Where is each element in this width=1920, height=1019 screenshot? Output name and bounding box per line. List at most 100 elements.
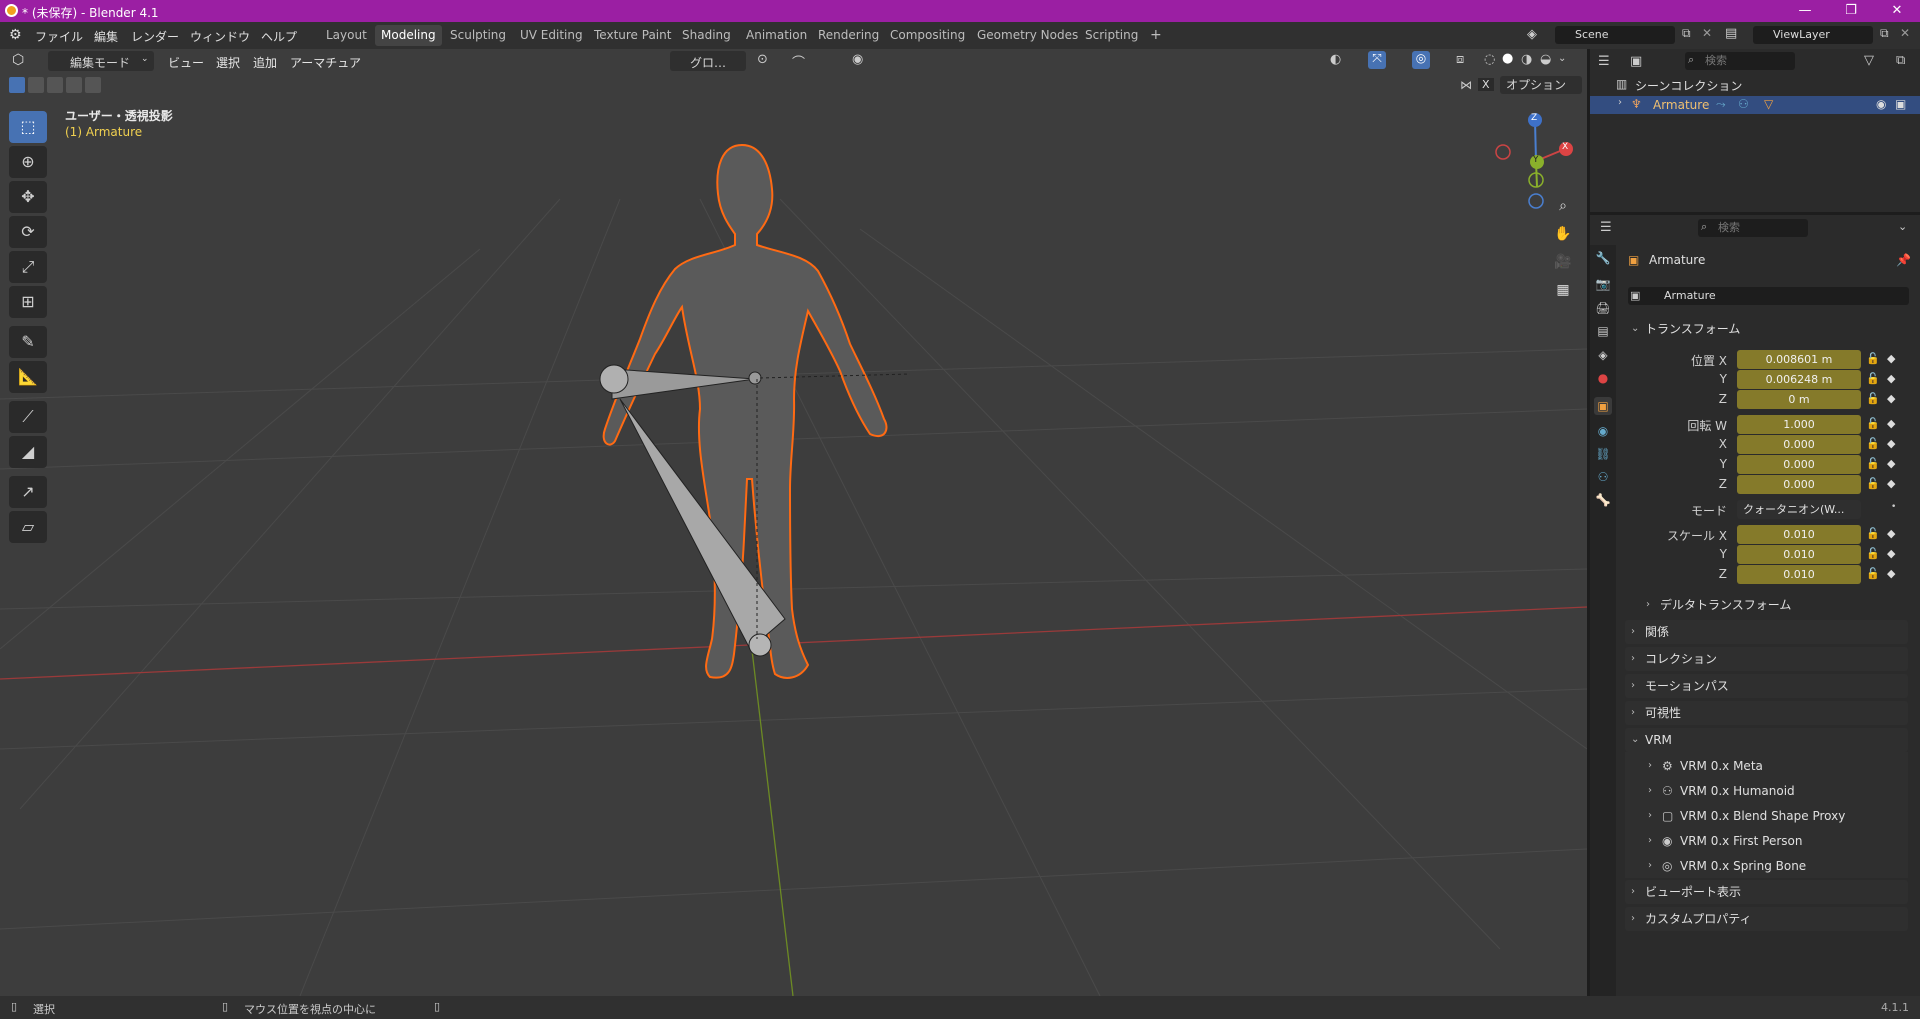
tab-scripting[interactable]: Scripting — [1079, 25, 1144, 46]
motion-paths-panel-header[interactable]: › モーションパス — [1625, 674, 1908, 698]
bone-size-tool[interactable]: ◢ — [9, 436, 47, 468]
pivot-icon[interactable]: ⊙ — [757, 52, 768, 67]
render-tab-icon[interactable]: 📷 — [1594, 275, 1612, 293]
rotation-z-field[interactable]: 0.000 — [1737, 475, 1861, 494]
tab-texture-paint[interactable]: Texture Paint — [588, 25, 677, 46]
close-button[interactable]: ✕ — [1874, 0, 1920, 22]
chevron-right-icon[interactable]: › — [1648, 760, 1652, 771]
outliner-search-input[interactable]: 検索 — [1685, 52, 1795, 70]
lock-icon[interactable]: 🔓 — [1866, 352, 1880, 365]
menu-window[interactable]: ウィンドウ — [190, 28, 250, 45]
lock-icon[interactable]: 🔓 — [1866, 477, 1880, 490]
expand-chevron-icon[interactable]: › — [1618, 97, 1622, 108]
scale-x-field[interactable]: 0.010 — [1737, 525, 1861, 544]
lock-icon[interactable]: 🔓 — [1866, 372, 1880, 385]
extrude-tool[interactable]: ↗ — [9, 476, 47, 508]
outliner-editor-icon[interactable]: ☰ — [1598, 54, 1610, 69]
select-mode-subtract-icon[interactable] — [47, 77, 63, 93]
tab-uv-editing[interactable]: UV Editing — [514, 25, 589, 46]
ortho-grid-icon[interactable]: ▦ — [1550, 277, 1576, 303]
filter-icon[interactable]: ▽ — [1864, 53, 1874, 68]
output-tab-icon[interactable]: 🖨 — [1594, 299, 1612, 317]
menu-help[interactable]: ヘルプ — [261, 28, 297, 45]
mirror-x-toggle[interactable]: X — [1478, 78, 1494, 91]
new-scene-icon[interactable]: ⧉ — [1682, 26, 1691, 41]
keyframe-icon[interactable]: ◆ — [1887, 392, 1895, 405]
scene-collection-label[interactable]: シーンコレクション — [1635, 77, 1742, 94]
keyframe-icon[interactable]: ◆ — [1887, 417, 1895, 430]
menu-edit[interactable]: 編集 — [94, 28, 118, 45]
view-layer-icon[interactable]: ▤ — [1725, 26, 1737, 41]
restore-button[interactable]: ❐ — [1828, 0, 1874, 22]
location-x-field[interactable]: 0.008601 m — [1737, 350, 1861, 369]
roll-tool[interactable]: ⟋ — [9, 401, 47, 433]
custom-properties-panel-header[interactable]: › カスタムプロパティ — [1625, 907, 1908, 931]
keyframe-icon[interactable]: ◆ — [1887, 547, 1895, 560]
new-view-layer-icon[interactable]: ⧉ — [1880, 26, 1889, 41]
vrm-first-person-item[interactable]: VRM 0.x First Person — [1680, 834, 1802, 848]
visibility-panel-header[interactable]: › 可視性 — [1625, 701, 1908, 725]
material-shading-icon[interactable]: ◑ — [1521, 52, 1532, 67]
lock-icon[interactable]: 🔓 — [1866, 567, 1880, 580]
outliner-item-armature[interactable]: › ♆ Armature ⤳ ⚇ ▽ ◉ ▣ — [1590, 96, 1920, 114]
overlay-toggle-icon[interactable]: ◎ — [1412, 51, 1430, 69]
tab-layout[interactable]: Layout — [320, 25, 373, 46]
menu-view[interactable]: ビュー — [168, 54, 204, 71]
bone-tab-icon[interactable]: 🦴 — [1594, 491, 1612, 509]
physics-tab-icon[interactable]: ◉ — [1594, 422, 1612, 440]
tool-tab-icon[interactable]: 🔧 — [1594, 249, 1612, 267]
armature-data-tab-icon[interactable]: ⚇ — [1594, 468, 1612, 486]
select-mode-set-icon[interactable] — [9, 77, 25, 93]
xray-icon[interactable]: ⧈ — [1456, 52, 1464, 67]
gizmo-toggle-icon[interactable]: ⤧ — [1368, 51, 1386, 69]
lock-icon[interactable]: 🔓 — [1866, 417, 1880, 430]
editor-type-icon[interactable]: ⬡ — [12, 52, 24, 68]
tab-rendering[interactable]: Rendering — [812, 25, 885, 46]
lock-icon[interactable]: 🔓 — [1866, 527, 1880, 540]
select-mode-invert-icon[interactable] — [66, 77, 82, 93]
menu-select[interactable]: 選択 — [216, 54, 240, 71]
object-name-field[interactable]: ▣ Armature — [1628, 287, 1909, 305]
properties-search-input[interactable]: 検索 — [1698, 219, 1808, 237]
select-box-tool[interactable]: ⬚ — [9, 111, 47, 143]
camera-render-icon[interactable]: ▣ — [1895, 97, 1906, 111]
select-mode-intersect-icon[interactable] — [85, 77, 101, 93]
object-tab-icon[interactable]: ▣ — [1594, 397, 1612, 415]
lock-icon[interactable]: 🔓 — [1866, 547, 1880, 560]
scene-icon[interactable]: ◈ — [1527, 27, 1537, 42]
view-layer-field[interactable]: ViewLayer — [1753, 26, 1873, 44]
orientation-select[interactable]: グロ… — [670, 51, 746, 71]
keyframe-icon[interactable]: ◆ — [1887, 352, 1895, 365]
blender-menu-icon[interactable]: ⚙ — [9, 27, 22, 43]
proportional-edit-icon[interactable]: ◉ — [852, 52, 863, 67]
menu-add[interactable]: 追加 — [253, 54, 277, 71]
cursor-tool[interactable]: ⊕ — [9, 146, 47, 178]
keyframe-icon[interactable]: ◆ — [1887, 567, 1895, 580]
transform-panel-header[interactable]: ⌄ トランスフォーム — [1625, 317, 1908, 341]
bone-envelope-tool[interactable]: ▱ — [9, 511, 47, 543]
eye-visibility-icon[interactable]: ◉ — [1876, 97, 1886, 111]
viewport-display-panel-header[interactable]: › ビューポート表示 — [1625, 880, 1908, 904]
keyframe-icon[interactable]: ◆ — [1887, 372, 1895, 385]
visibility-icon[interactable]: ◐ — [1330, 52, 1341, 67]
chevron-down-icon[interactable]: ⌄ — [1898, 220, 1907, 233]
pan-hand-icon[interactable]: ✋ — [1550, 221, 1576, 247]
vrm-spring-bone-item[interactable]: VRM 0.x Spring Bone — [1680, 859, 1806, 873]
wireframe-shading-icon[interactable]: ◌ — [1484, 52, 1495, 67]
location-y-field[interactable]: 0.006248 m — [1737, 370, 1861, 389]
gizmo-y-label[interactable]: Y — [1533, 155, 1539, 165]
options-dropdown[interactable]: オプション — [1500, 76, 1582, 94]
move-tool[interactable]: ✥ — [9, 181, 47, 213]
scale-tool[interactable]: ⤢ — [9, 251, 47, 283]
tab-modeling[interactable]: Modeling — [375, 25, 442, 46]
lock-icon[interactable]: 🔓 — [1866, 437, 1880, 450]
rotation-x-field[interactable]: 0.000 — [1737, 435, 1861, 454]
tab-geometry-nodes[interactable]: Geometry Nodes — [971, 25, 1084, 46]
vrm-panel-header[interactable]: ⌄ VRM — [1625, 728, 1908, 752]
vrm-blend-shape-item[interactable]: VRM 0.x Blend Shape Proxy — [1680, 809, 1845, 823]
constraints-tab-icon[interactable]: ⛓ — [1594, 445, 1612, 463]
rotate-tool[interactable]: ⟳ — [9, 216, 47, 248]
chevron-right-icon[interactable]: › — [1648, 810, 1652, 821]
minimize-button[interactable]: — — [1782, 0, 1828, 22]
select-mode-buttons[interactable] — [9, 77, 103, 93]
